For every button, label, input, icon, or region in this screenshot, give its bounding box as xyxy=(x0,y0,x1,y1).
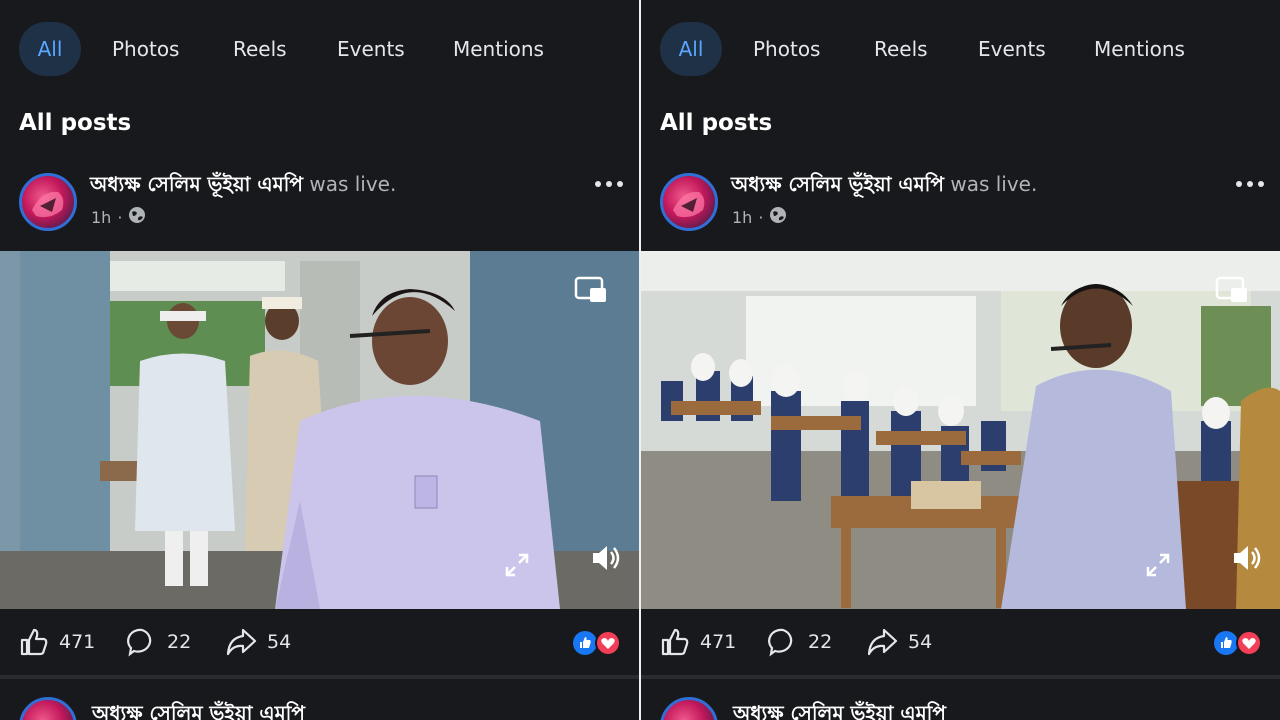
reaction-summary[interactable] xyxy=(1213,630,1263,656)
share-icon xyxy=(867,628,898,656)
share-button[interactable]: 54 xyxy=(866,627,932,657)
meta-separator: · xyxy=(758,207,764,227)
video-scene-image xyxy=(0,251,639,609)
comment-icon xyxy=(768,628,793,657)
live-video-thumbnail[interactable] xyxy=(0,251,639,609)
left-feed-panel: All Photos Reels Events Mentions All pos… xyxy=(0,0,639,720)
tab-events[interactable]: Events xyxy=(337,22,405,76)
volume-icon[interactable] xyxy=(1230,541,1264,579)
tab-photos[interactable]: Photos xyxy=(753,22,820,76)
live-status-text: was live. xyxy=(309,172,397,196)
comment-button[interactable]: 22 xyxy=(127,627,191,657)
next-author-avatar[interactable] xyxy=(19,697,77,720)
tab-reels[interactable]: Reels xyxy=(874,22,928,76)
post-meta: 1h · xyxy=(91,206,146,228)
next-author-name[interactable]: অধ্যক্ষ সেলিম ভূঁইয়া এমপি xyxy=(92,699,305,720)
section-title: All posts xyxy=(660,110,773,136)
pip-icon[interactable] xyxy=(1215,276,1249,308)
meta-separator: · xyxy=(117,207,123,227)
like-button[interactable]: 471 xyxy=(660,627,736,657)
split-screenshot: All Photos Reels Events Mentions All pos… xyxy=(0,0,1280,720)
post-time[interactable]: 1h xyxy=(91,208,111,227)
like-icon xyxy=(20,628,48,656)
like-count: 471 xyxy=(700,631,737,653)
like-icon xyxy=(661,628,689,656)
tab-events[interactable]: Events xyxy=(978,22,1046,76)
filter-tabs: All Photos Reels Events Mentions xyxy=(0,0,639,98)
author-avatar[interactable] xyxy=(19,173,77,231)
comment-count: 22 xyxy=(167,631,192,653)
tab-reels[interactable]: Reels xyxy=(233,22,287,76)
right-feed-panel: All Photos Reels Events Mentions All pos… xyxy=(641,0,1280,720)
reaction-summary[interactable] xyxy=(572,630,622,656)
author-avatar[interactable] xyxy=(660,173,718,231)
globe-icon xyxy=(769,206,787,228)
section-title: All posts xyxy=(19,110,132,136)
share-icon xyxy=(226,628,257,656)
globe-icon xyxy=(128,206,146,228)
post-time[interactable]: 1h xyxy=(732,208,752,227)
tab-photos[interactable]: Photos xyxy=(112,22,179,76)
next-author-name[interactable]: অধ্যক্ষ সেলিম ভূঁইয়া এমপি xyxy=(733,699,946,720)
author-name[interactable]: অধ্যক্ষ সেলিম ভূঁইয়া এমপি xyxy=(731,172,944,196)
comment-icon xyxy=(127,628,152,657)
pip-icon[interactable] xyxy=(574,276,608,308)
tab-mentions[interactable]: Mentions xyxy=(453,22,544,76)
post-header: অধ্যক্ষ সেলিম ভূঁইয়া এমপি was live. xyxy=(731,170,1037,203)
volume-icon[interactable] xyxy=(589,541,623,579)
post-meta: 1h · xyxy=(732,206,787,228)
more-options-icon[interactable] xyxy=(1234,176,1268,194)
more-options-icon[interactable] xyxy=(593,176,627,194)
live-status-text: was live. xyxy=(950,172,1038,196)
filter-tabs: All Photos Reels Events Mentions xyxy=(641,0,1280,98)
share-count: 54 xyxy=(267,631,292,653)
post-actions: 471 22 54 xyxy=(0,609,639,675)
share-count: 54 xyxy=(908,631,933,653)
live-video-thumbnail[interactable] xyxy=(641,251,1280,609)
share-button[interactable]: 54 xyxy=(225,627,291,657)
tab-all[interactable]: All xyxy=(19,22,81,76)
next-author-avatar[interactable] xyxy=(660,697,718,720)
next-post-preview: অধ্যক্ষ সেলিম ভূঁইয়া এমপি xyxy=(0,679,639,720)
tab-mentions[interactable]: Mentions xyxy=(1094,22,1185,76)
video-scene-image xyxy=(641,251,1280,609)
post-header: অধ্যক্ষ সেলিম ভূঁইয়া এমপি was live. xyxy=(90,170,396,203)
author-name[interactable]: অধ্যক্ষ সেলিম ভূঁইয়া এমপি xyxy=(90,172,303,196)
like-button[interactable]: 471 xyxy=(19,627,95,657)
tab-all[interactable]: All xyxy=(660,22,722,76)
like-count: 471 xyxy=(59,631,96,653)
expand-icon[interactable] xyxy=(503,551,531,583)
comment-count: 22 xyxy=(808,631,833,653)
next-post-preview: অধ্যক্ষ সেলিম ভূঁইয়া এমপি xyxy=(641,679,1280,720)
expand-icon[interactable] xyxy=(1144,551,1172,583)
comment-button[interactable]: 22 xyxy=(768,627,832,657)
post-actions: 471 22 54 xyxy=(641,609,1280,675)
